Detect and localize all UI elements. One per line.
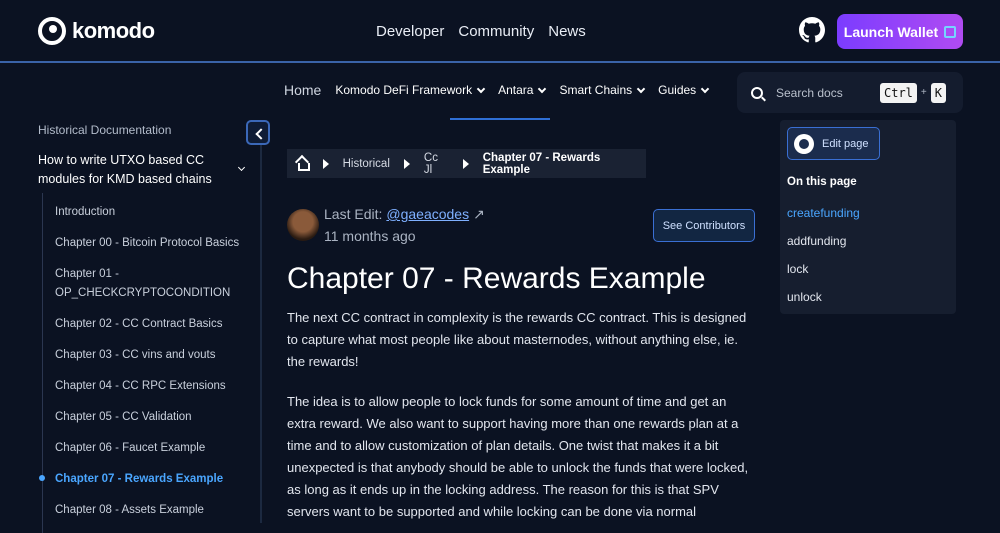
subnav-guides[interactable]: Guides (658, 83, 710, 97)
sidebar-item-chapter-04[interactable]: Chapter 04 - CC RPC Extensions (55, 377, 245, 396)
breadcrumb-historical[interactable]: Historical (343, 158, 390, 170)
edit-page-label: Edit page (822, 137, 869, 150)
toc-item-lock[interactable]: lock (787, 262, 808, 276)
page-title: Chapter 07 - Rewards Example (287, 262, 706, 295)
logo-text: komodo (72, 18, 155, 43)
subnav-home[interactable]: Home (284, 82, 321, 98)
last-edit-label: Last Edit: (324, 206, 383, 222)
subnav-label: Guides (658, 83, 697, 97)
article-paragraph-1: The next CC contract in complexity is th… (287, 310, 747, 369)
komodo-logo[interactable]: komodo (38, 17, 155, 45)
sidebar-item-introduction[interactable]: Introduction (55, 203, 245, 222)
docs-subnav: Home Komodo DeFi Framework Antara Smart … (284, 82, 710, 98)
shortcut-key-k: K (930, 82, 946, 103)
search-icon (751, 86, 763, 99)
author-avatar (287, 209, 319, 241)
breadcrumb: Historical Cc Jl Chapter 07 - Rewards Ex… (287, 149, 646, 178)
sidebar-item-chapter-05[interactable]: Chapter 05 - CC Validation (55, 408, 245, 427)
shortcut-key-ctrl: Ctrl (880, 82, 917, 103)
sidebar-title: Historical Documentation (38, 123, 172, 137)
search-placeholder: Search docs (776, 85, 843, 100)
chevron-down-icon (476, 84, 486, 93)
subnav-komodo-defi-framework[interactable]: Komodo DeFi Framework (335, 83, 486, 97)
table-of-contents: Edit page On this page createfunding add… (780, 120, 956, 314)
subnav-label: Smart Chains (559, 83, 633, 97)
breadcrumb-separator-icon (322, 158, 329, 169)
top-navbar: komodo Developer Community News Launch W… (0, 0, 1000, 63)
sidebar-item-chapter-08[interactable]: Chapter 08 - Assets Example (55, 501, 245, 520)
sidebar-item-chapter-00[interactable]: Chapter 00 - Bitcoin Protocol Basics (55, 234, 245, 253)
launch-wallet-button[interactable]: Launch Wallet (837, 14, 963, 49)
breadcrumb-cc-jl[interactable]: Cc Jl (424, 152, 449, 176)
chevron-down-icon[interactable] (237, 163, 246, 172)
subnav-label: Antara (498, 83, 534, 97)
breadcrumb-separator-icon (462, 158, 469, 169)
subnav-label: Komodo DeFi Framework (335, 83, 473, 97)
external-arrow-icon: ↗ (473, 206, 485, 222)
chevron-down-icon (636, 84, 646, 93)
shortcut-plus: + (920, 87, 927, 98)
subnav-smart-chains[interactable]: Smart Chains (559, 83, 646, 97)
sidebar-item-chapter-07[interactable]: Chapter 07 - Rewards Example (55, 470, 245, 489)
sidebar-item-chapter-03[interactable]: Chapter 03 - CC vins and vouts (55, 346, 245, 365)
sidebar-item-chapter-02[interactable]: Chapter 02 - CC Contract Basics (55, 315, 245, 334)
github-icon (794, 133, 814, 154)
nav-community[interactable]: Community (458, 23, 534, 40)
search-docs-button[interactable]: Search docs Ctrl + K (737, 72, 963, 113)
nav-developer[interactable]: Developer (376, 23, 444, 40)
active-nav-underline (450, 118, 550, 120)
author-link[interactable]: @gaeacodes (386, 206, 469, 222)
sidebar-section-title[interactable]: How to write UTXO based CC modules for K… (38, 151, 218, 189)
subnav-antara[interactable]: Antara (498, 83, 547, 97)
toc-title: On this page (787, 176, 857, 188)
toc-item-addfunding[interactable]: addfunding (787, 234, 846, 248)
breadcrumb-current: Chapter 07 - Rewards Example (482, 151, 601, 176)
launch-wallet-label: Launch Wallet (843, 23, 939, 40)
sidebar-item-list: Introduction Chapter 00 - Bitcoin Protoc… (39, 193, 252, 533)
edit-page-button[interactable]: Edit page (787, 127, 880, 160)
see-contributors-button[interactable]: See Contributors (653, 209, 755, 242)
chevron-down-icon (700, 84, 710, 93)
toc-item-createfunding[interactable]: createfunding (787, 206, 860, 220)
article-paragraph-2: The idea is to allow people to lock fund… (287, 394, 749, 519)
github-icon[interactable] (799, 17, 825, 43)
breadcrumb-separator-icon (403, 158, 410, 169)
home-icon[interactable] (295, 157, 310, 171)
toc-item-unlock[interactable]: unlock (787, 290, 822, 304)
komodo-logo-icon (38, 17, 66, 45)
top-nav: Developer Community News (376, 23, 586, 40)
last-edit-line: Last Edit: @gaeacodes ↗ (324, 206, 485, 223)
chevron-down-icon (538, 84, 547, 93)
last-edit-time: 11 months ago (324, 228, 416, 244)
docs-sidebar: Historical Documentation How to write UT… (0, 120, 270, 533)
external-link-icon (944, 25, 957, 38)
nav-news[interactable]: News (548, 23, 586, 40)
sidebar-item-chapter-06[interactable]: Chapter 06 - Faucet Example (55, 439, 245, 458)
sidebar-item-chapter-01[interactable]: Chapter 01 - OP_CHECKCRYPTOCONDITION (55, 265, 245, 303)
collapse-sidebar-button[interactable] (246, 120, 270, 145)
active-item-indicator (39, 475, 45, 481)
